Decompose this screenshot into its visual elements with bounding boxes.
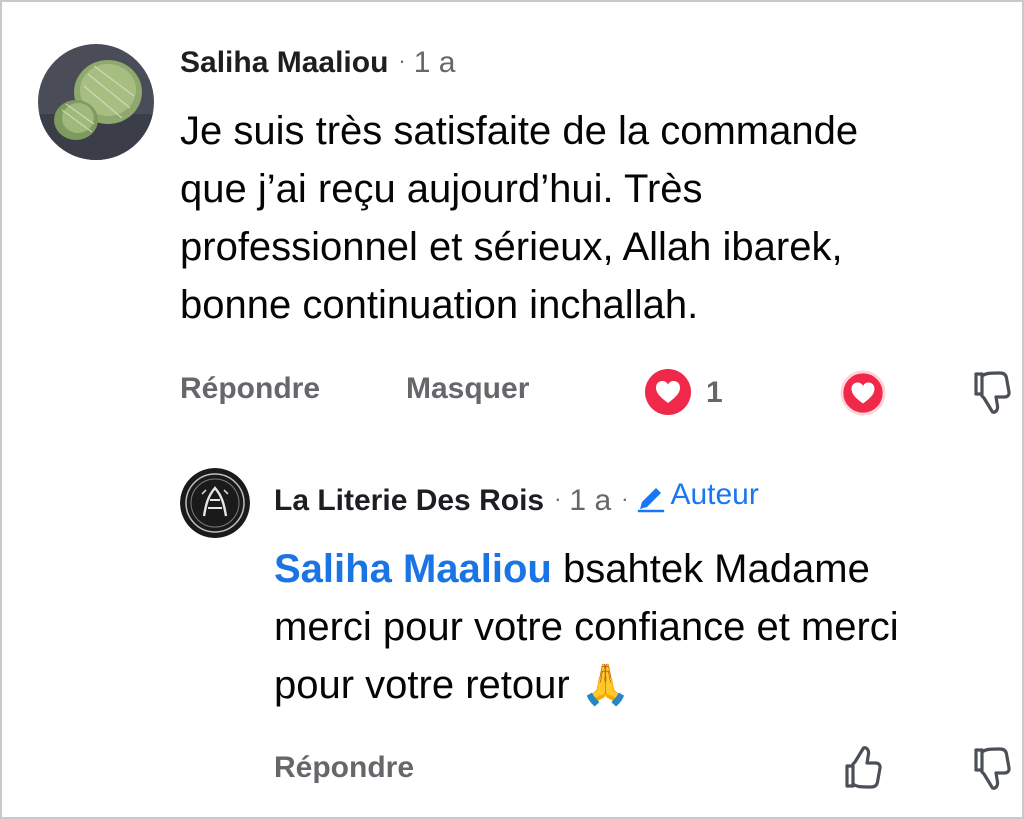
author-badge-label: Auteur xyxy=(670,478,759,511)
separator-dot: · xyxy=(554,486,562,511)
reply-line: pour votre retour 🙏 xyxy=(274,663,631,707)
mention-link[interactable]: Saliha Maaliou xyxy=(274,547,552,591)
comment-body: Je suis très satisfaite de la commande q… xyxy=(180,102,1000,334)
reply-line: merci pour votre confiance et merci xyxy=(274,605,899,649)
comment-line: professionnel et sérieux, Allah ibarek, xyxy=(180,225,843,269)
pencil-icon xyxy=(636,483,666,513)
reply-line: Saliha Maaliou bsahtek Madame xyxy=(274,540,1019,598)
reaction-count[interactable]: 1 xyxy=(706,376,723,410)
thumbs-down-icon[interactable] xyxy=(970,368,1014,416)
heart-outline-icon[interactable] xyxy=(840,370,886,416)
comment-thread: Saliha Maaliou · 1 a Je suis très satisfai… xyxy=(0,0,1024,819)
reply-reply-button[interactable]: Répondre xyxy=(274,751,414,785)
reply-button[interactable]: Répondre xyxy=(180,372,320,406)
commenter-avatar[interactable] xyxy=(38,44,154,160)
separator-dot: · xyxy=(398,48,406,73)
thumbs-up-icon[interactable] xyxy=(840,744,886,792)
commenter-name-text[interactable]: Saliha Maaliou xyxy=(180,46,388,79)
reply-body: Saliha Maaliou bsahtek Madame merci pour… xyxy=(274,540,1019,714)
comment-line: Je suis très satisfaite de la commande xyxy=(180,109,859,153)
commenter-name[interactable]: Saliha Maaliou · 1 a xyxy=(180,46,455,80)
author-badge: Auteur xyxy=(636,478,759,513)
comment-timestamp[interactable]: 1 a xyxy=(414,46,456,79)
reply-author-name[interactable]: La Literie Des Rois xyxy=(274,484,544,517)
heart-reaction-icon[interactable] xyxy=(644,368,692,416)
reply-author[interactable]: La Literie Des Rois · 1 a · Auteur xyxy=(274,478,759,518)
page-avatar[interactable] xyxy=(180,468,250,538)
hide-button[interactable]: Masquer xyxy=(406,372,529,406)
separator-dot: · xyxy=(621,486,629,511)
comment-line: bonne continuation inchallah. xyxy=(180,283,699,327)
reply-line-text: bsahtek Madame xyxy=(551,547,870,591)
thumbs-down-icon[interactable] xyxy=(970,744,1014,792)
comment-line: que j’ai reçu aujourd’hui. Très xyxy=(180,167,703,211)
reply-timestamp[interactable]: 1 a xyxy=(569,484,611,517)
